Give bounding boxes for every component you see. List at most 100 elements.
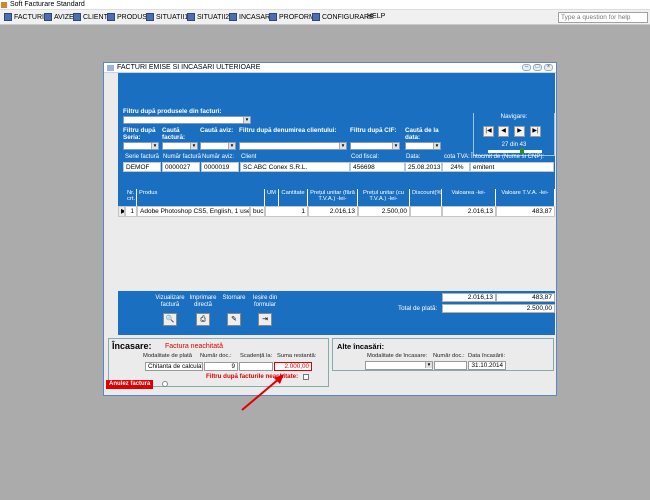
header-series: Serie factură bbox=[125, 154, 160, 160]
next-record-button[interactable]: ▶ bbox=[514, 126, 525, 137]
issued-by-field[interactable]: emitent bbox=[470, 162, 554, 172]
annotation-arrow-icon bbox=[241, 374, 284, 411]
aviz-search-label: Caută aviz: bbox=[200, 127, 234, 134]
minimize-button[interactable]: – bbox=[522, 64, 531, 71]
print-button[interactable]: ⎙ bbox=[196, 313, 210, 326]
menu-incasari[interactable]: INCASARI bbox=[229, 13, 272, 21]
proforme-icon bbox=[269, 13, 277, 21]
aviz-number-field[interactable]: 0000019 bbox=[201, 162, 239, 172]
exit-button[interactable]: ⇥ bbox=[258, 313, 272, 326]
menu-produse[interactable]: PRODUSE bbox=[107, 13, 152, 21]
menu-avize[interactable]: AVIZE bbox=[44, 13, 74, 21]
exit-form-label: Ieșire din formular bbox=[252, 295, 278, 308]
due-date-field[interactable] bbox=[239, 362, 273, 371]
header-vat-rate: cota TVA: bbox=[444, 154, 470, 160]
last-record-button[interactable]: ▶| bbox=[530, 126, 541, 137]
col-value: Valoarea -lei- bbox=[442, 189, 496, 206]
invoice-status: Factura neachitată bbox=[165, 343, 223, 350]
fiscal-code-field[interactable]: 456698 bbox=[350, 162, 405, 172]
app-title: Soft Facturare Standard bbox=[10, 1, 85, 8]
chevron-down-icon[interactable]: ▼ bbox=[228, 143, 235, 149]
total-value-field: 2.016,13 bbox=[442, 293, 496, 302]
first-record-button[interactable]: |◀ bbox=[483, 126, 494, 137]
vat-rate-field[interactable]: 24% bbox=[442, 162, 470, 172]
record-slider-track[interactable] bbox=[488, 150, 542, 153]
menu-situatii1[interactable]: SITUATII1 bbox=[146, 13, 188, 21]
navigation-panel: Navigare: |◀ ◀ ▶ ▶| 27 din 43 bbox=[473, 113, 555, 156]
window-titlebar: FACTURI EMISE SI INCASARI ULTERIOARE – □… bbox=[104, 63, 556, 73]
current-record: 27 bbox=[501, 142, 509, 148]
maximize-button[interactable]: □ bbox=[533, 64, 542, 71]
incasari-icon bbox=[229, 13, 237, 21]
menu-help[interactable]: HELP bbox=[367, 13, 385, 20]
chevron-down-icon[interactable]: ▼ bbox=[190, 143, 197, 149]
storno-button[interactable]: ✎ bbox=[227, 313, 241, 326]
close-button[interactable]: × bbox=[544, 64, 553, 71]
invoice-number-field[interactable]: 0000027 bbox=[162, 162, 200, 172]
clienti-icon bbox=[73, 13, 81, 21]
table-row-um[interactable]: buc bbox=[250, 206, 265, 217]
chevron-down-icon[interactable]: ▼ bbox=[392, 143, 399, 149]
total-payment-field: 2.500,00 bbox=[442, 304, 555, 313]
payment-method-label: Modalitate de plată bbox=[143, 353, 192, 359]
aviz-search-select[interactable]: ▼ bbox=[200, 142, 236, 150]
col-vat-value: Valoare T.V.A. -lei- bbox=[496, 189, 555, 206]
menu-clienti[interactable]: CLIENTI bbox=[73, 13, 110, 21]
incasare-title: Încasare: bbox=[112, 341, 152, 351]
view-invoice-button[interactable]: 🔍 bbox=[163, 313, 177, 326]
window-title: FACTURI EMISE SI INCASARI ULTERIOARE bbox=[117, 64, 261, 71]
payment-mode-select[interactable]: ▼ bbox=[365, 361, 433, 370]
help-search-input[interactable]: Type a question for help bbox=[558, 12, 648, 23]
app-icon bbox=[1, 2, 7, 8]
col-quantity: Cantitate bbox=[279, 189, 308, 206]
table-row-quantity[interactable]: 1 bbox=[265, 206, 308, 217]
chevron-down-icon[interactable]: ▼ bbox=[151, 143, 158, 149]
table-row-unit-price-vat[interactable]: 2.500,00 bbox=[358, 206, 410, 217]
table-row-vat-value[interactable]: 483,87 bbox=[496, 206, 555, 217]
menu-situatii2[interactable]: SITUATII2 bbox=[187, 13, 229, 21]
cancel-invoice-button[interactable]: Anulez factura bbox=[106, 380, 154, 389]
table-row-unit-price-no-vat[interactable]: 2.016,13 bbox=[308, 206, 358, 217]
table-row-product[interactable]: Adobe Photoshop CS5, English, 1 user, re… bbox=[137, 206, 250, 217]
invoice-series-field[interactable]: DEMOF bbox=[123, 162, 161, 172]
chevron-down-icon[interactable]: ▼ bbox=[425, 362, 432, 368]
cancel-invoice-radio[interactable] bbox=[162, 381, 168, 387]
payment-mode-label: Modalitate de încasare: bbox=[367, 353, 428, 359]
other-doc-number-field[interactable] bbox=[434, 361, 467, 370]
col-um: UM bbox=[265, 189, 279, 206]
other-payments-section: Alte încasări: Modalitate de încasare: N… bbox=[332, 338, 554, 371]
invoice-search-label: Caută factură: bbox=[162, 127, 186, 141]
header-client: Client bbox=[241, 154, 257, 160]
menu-configurare[interactable]: CONFIGURARE bbox=[312, 13, 374, 21]
table-row-nr[interactable]: 1 bbox=[125, 206, 137, 217]
table-row-value[interactable]: 2.016,13 bbox=[442, 206, 496, 217]
total-payment-label: Total de plată: bbox=[398, 305, 438, 312]
invoice-search-select[interactable]: ▼ bbox=[162, 142, 198, 150]
client-field[interactable]: SC ABC Conex S.R.L. bbox=[240, 162, 350, 172]
unpaid-filter-checkbox[interactable] bbox=[303, 374, 309, 380]
remaining-sum-label: Suma restantă: bbox=[277, 353, 317, 359]
menu-facturi[interactable]: FACTURI bbox=[4, 13, 44, 21]
record-counter: 27 din 43 bbox=[474, 142, 554, 148]
record-of-label: din bbox=[509, 142, 518, 148]
payment-date-field[interactable]: 31.10.2014 bbox=[468, 361, 506, 370]
product-filter-select[interactable]: ▼ bbox=[123, 116, 251, 124]
series-filter-select[interactable]: ▼ bbox=[123, 142, 159, 150]
date-field[interactable]: 25.08.2013 bbox=[405, 162, 442, 172]
actions-panel: Vizualizare factură Imprimare directă St… bbox=[118, 293, 555, 335]
doc-number-field[interactable]: 9 bbox=[204, 362, 238, 371]
row-selector-arrow-icon[interactable]: ▶ bbox=[118, 206, 125, 217]
print-direct-label: Imprimare directă bbox=[189, 295, 217, 308]
cif-filter-select[interactable]: ▼ bbox=[350, 142, 400, 150]
date-filter-select[interactable]: ▼ bbox=[405, 142, 441, 150]
product-filter-label: Filtru după produsele din facturi: bbox=[123, 108, 222, 115]
chevron-down-icon[interactable]: ▼ bbox=[433, 143, 440, 149]
payment-method-field[interactable]: Chitanta de calculator bbox=[145, 362, 203, 371]
client-filter-select[interactable]: ▼ bbox=[239, 142, 347, 150]
table-row-discount[interactable] bbox=[410, 206, 442, 217]
chevron-down-icon[interactable]: ▼ bbox=[339, 143, 346, 149]
magnifier-icon: 🔍 bbox=[165, 316, 175, 323]
remaining-sum-field[interactable]: 2.000,00 bbox=[274, 362, 312, 371]
previous-record-button[interactable]: ◀ bbox=[498, 126, 509, 137]
chevron-down-icon[interactable]: ▼ bbox=[243, 117, 250, 123]
